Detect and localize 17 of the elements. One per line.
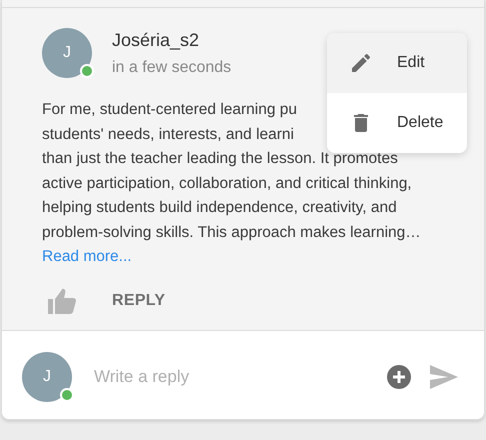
comment-text-line: For me, student-centered learning pu [42,100,298,120]
add-icon[interactable] [386,364,412,390]
comment-text-line: helping students build independence, creativity, and [42,198,397,218]
user-avatar: J [42,28,92,78]
menu-item[interactable]: Delete [327,93,467,153]
comment-text-line: students' needs, interests, and learni [42,124,294,144]
menu-item[interactable]: Edit [327,33,467,93]
thumbs-up-icon[interactable] [48,288,76,314]
send-icon[interactable] [430,364,458,388]
comment-text-line: problem-solving skills. This approach makes learning… [42,222,421,242]
user-avatar: J [22,352,72,402]
reply-button[interactable]: REPLY [112,288,166,314]
reply-input-field[interactable]: Write a reply [92,366,366,388]
comment-time: in a few seconds [112,59,232,77]
author-name: Joséria_s2 [112,30,200,51]
comment-text-line: active participation, collaboration, and critical thinking, [42,174,412,194]
pencil-icon [349,51,373,75]
